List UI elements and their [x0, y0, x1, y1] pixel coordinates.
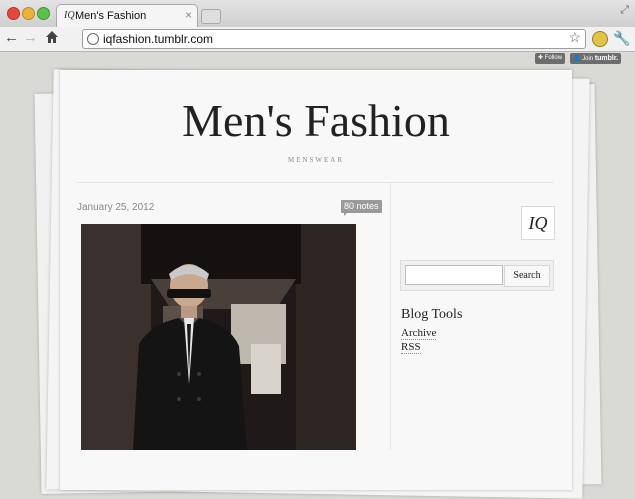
- tab-title: Men's Fashion: [75, 10, 147, 22]
- header-divider: [77, 182, 554, 183]
- new-tab-button[interactable]: [201, 9, 221, 24]
- search-button[interactable]: Search: [504, 265, 550, 287]
- join-label: Join: [582, 56, 594, 62]
- star-icon[interactable]: ☆: [568, 29, 581, 46]
- search-input[interactable]: [405, 265, 503, 285]
- browser-toolbar: ← → iqfashion.tumblr.com ☆ 🔧: [0, 27, 635, 52]
- follow-label: Follow: [544, 55, 563, 61]
- sidebar-divider: [390, 182, 391, 450]
- post-date[interactable]: January 25, 2012: [77, 202, 154, 213]
- browser-tab[interactable]: IQ Men's Fashion ×: [56, 4, 198, 28]
- wrench-icon[interactable]: 🔧: [613, 30, 630, 47]
- extension-icon[interactable]: [592, 31, 608, 47]
- tab-favicon: IQ: [64, 10, 75, 21]
- browser-titlebar: IQ Men's Fashion × ⤢: [0, 0, 635, 28]
- tumblr-brand: tumblr.: [594, 55, 619, 62]
- post-photo-image: [81, 224, 356, 450]
- post-photo[interactable]: [81, 224, 356, 450]
- address-url[interactable]: iqfashion.tumblr.com: [103, 32, 213, 46]
- globe-icon: [87, 33, 99, 45]
- zoom-window-button[interactable]: [37, 7, 50, 20]
- blog-title[interactable]: Men's Fashion: [60, 94, 572, 147]
- blog-description: MENSWEAR: [287, 156, 345, 164]
- archive-link[interactable]: Archive: [401, 327, 437, 340]
- blog-tools-heading: Blog Tools: [401, 307, 463, 322]
- forward-icon[interactable]: →: [23, 30, 38, 46]
- close-icon[interactable]: ×: [185, 8, 192, 22]
- follow-button[interactable]: ✚ Follow: [535, 53, 566, 64]
- fullscreen-icon[interactable]: ⤢: [620, 4, 629, 17]
- address-bar[interactable]: iqfashion.tumblr.com ☆: [82, 29, 586, 49]
- join-tumblr-button[interactable]: 👤 Join tumblr.: [570, 53, 622, 64]
- blog-logo[interactable]: IQ: [521, 206, 555, 240]
- minimize-window-button[interactable]: [22, 7, 35, 20]
- rss-link[interactable]: RSS: [401, 341, 421, 354]
- home-icon[interactable]: [45, 30, 59, 44]
- back-icon[interactable]: ←: [4, 30, 19, 46]
- close-window-button[interactable]: [7, 7, 20, 20]
- notes-badge[interactable]: 80 notes: [341, 200, 382, 216]
